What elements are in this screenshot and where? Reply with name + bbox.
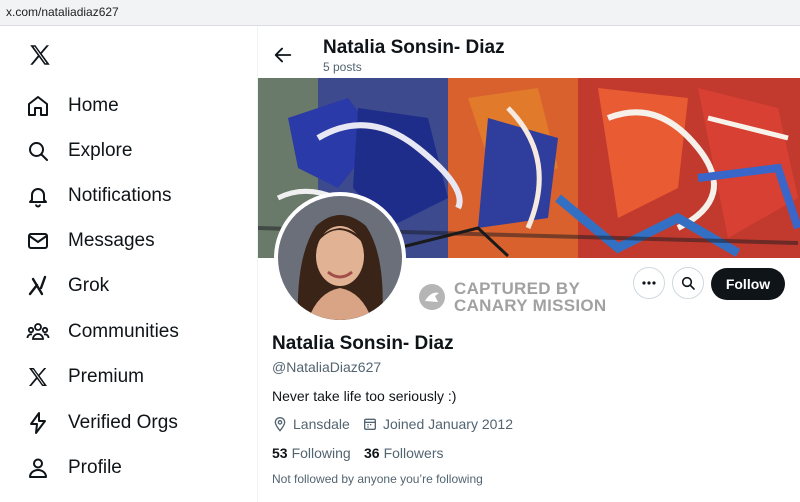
followers-label: Followers (383, 445, 444, 461)
search-icon (681, 276, 695, 290)
joined-text: Joined January 2012 (383, 416, 513, 432)
canary-mission-watermark: CAPTURED BY CANARY MISSION (418, 280, 607, 314)
sidebar-item-label: Grok (68, 275, 110, 296)
sidebar-item-label: Notifications (68, 185, 172, 206)
x-logo-icon (29, 368, 47, 386)
people-icon (26, 323, 50, 340)
location-text: Lansdale (293, 416, 350, 432)
sidebar-item-label: Home (68, 95, 119, 116)
profile-photo (278, 196, 402, 320)
profile-location: Lansdale (272, 416, 350, 432)
back-arrow-icon[interactable] (272, 44, 294, 66)
following-label: Following (291, 445, 351, 461)
grok-icon (28, 275, 47, 296)
x-logo-icon[interactable] (27, 42, 53, 68)
sidebar-item-communities[interactable]: Communities (26, 317, 179, 347)
watermark-line-1: CAPTURED BY (454, 279, 581, 298)
sidebar-item-profile[interactable]: Profile (26, 453, 122, 483)
calendar-icon (364, 418, 376, 430)
sidebar-item-verified-orgs[interactable]: Verified Orgs (26, 408, 178, 438)
sidebar-item-premium[interactable]: Premium (26, 362, 144, 392)
sidebar-item-messages[interactable]: Messages (26, 226, 155, 256)
sidebar-item-explore[interactable]: Explore (26, 136, 132, 166)
mutual-followers-note: Not followed by anyone you’re following (272, 472, 483, 486)
follow-button[interactable]: Follow (711, 268, 785, 300)
avatar[interactable] (274, 192, 406, 324)
sidebar-item-notifications[interactable]: Notifications (26, 181, 172, 211)
sidebar-item-label: Premium (68, 366, 145, 387)
browser-address-bar[interactable]: x.com/nataliadiaz627 (0, 0, 800, 26)
url-text: x.com/nataliadiaz627 (6, 5, 119, 19)
search-profile-button[interactable] (672, 267, 704, 299)
more-dots-icon (642, 281, 656, 285)
followers-count: 36 (364, 445, 380, 461)
sidebar-item-label: Explore (68, 140, 133, 161)
bell-icon (29, 188, 47, 208)
profile-handle: @NataliaDiaz627 (272, 359, 382, 375)
more-options-button[interactable] (633, 267, 665, 299)
sidebar-item-home[interactable]: Home (26, 91, 119, 121)
location-pin-icon (274, 417, 286, 432)
search-icon (29, 142, 48, 161)
mail-icon (28, 233, 48, 249)
profile-bio: Never take life too seriously :) (272, 388, 457, 404)
profile-name: Natalia Sonsin- Diaz (272, 333, 454, 354)
home-icon (28, 96, 48, 116)
sidebar-nav: Home Explore Notifications Messages Grok… (0, 26, 258, 502)
sidebar-item-label: Messages (68, 230, 155, 251)
lightning-icon (30, 412, 46, 434)
profile-main: Natalia Sonsin- Diaz 5 posts CAPTURED BY… (258, 26, 800, 502)
following-count: 53 (272, 445, 288, 461)
post-count: 5 posts (323, 60, 362, 74)
sidebar-item-label: Communities (68, 321, 179, 342)
canary-logo-icon (419, 284, 445, 310)
person-icon (29, 458, 47, 478)
profile-joined: Joined January 2012 (362, 416, 513, 432)
sidebar-item-label: Profile (68, 457, 122, 478)
sidebar-item-grok[interactable]: Grok (26, 271, 109, 301)
page-title: Natalia Sonsin- Diaz (323, 37, 505, 58)
following-link[interactable]: 53 Following (272, 445, 351, 461)
followers-link[interactable]: 36 Followers (364, 445, 443, 461)
watermark-line-2: CANARY MISSION (454, 296, 607, 315)
sidebar-item-label: Verified Orgs (68, 412, 178, 433)
